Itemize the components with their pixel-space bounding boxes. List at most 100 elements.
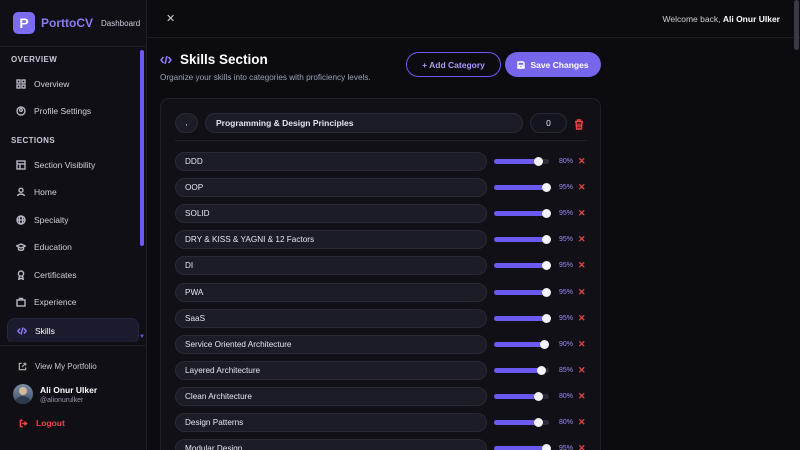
sidebar-item-home[interactable]: Home — [7, 178, 139, 206]
user-profile[interactable]: Ali Onur Ulker @alionurulker — [0, 384, 146, 404]
skill-level-knob[interactable] — [542, 261, 552, 271]
skill-name-input[interactable]: DDD — [175, 152, 487, 171]
skill-name-input[interactable]: SaaS — [175, 308, 487, 328]
category-name-input[interactable]: Programming & Design Principles — [205, 113, 523, 133]
skill-level-fill — [494, 420, 538, 425]
skill-level-slider[interactable] — [494, 339, 549, 349]
skill-level-slider[interactable] — [494, 183, 552, 193]
skill-level-knob[interactable] — [542, 235, 552, 245]
skill-row: Clean Architecture 80% ✕ — [175, 386, 587, 406]
skill-name-input[interactable]: Modular Design — [175, 439, 487, 450]
trash-icon — [575, 119, 583, 130]
skill-row: OOP 95% ✕ — [175, 178, 587, 198]
award-icon — [17, 269, 25, 280]
page-scrollbar[interactable] — [794, 0, 800, 450]
sidebar-item-label: Profile Settings — [34, 106, 92, 116]
skill-level-slider[interactable] — [494, 391, 549, 401]
skill-level-knob[interactable] — [542, 209, 552, 219]
code-icon — [160, 55, 172, 64]
skill-category-card: , Programming & Design Principles 0 DDD 8… — [160, 98, 601, 450]
sidebar-item-label: Skills — [35, 326, 55, 336]
globe-icon — [16, 214, 26, 225]
category-icon-field[interactable]: , — [175, 113, 198, 133]
skill-name-input[interactable]: DI — [175, 256, 487, 276]
skill-level-percent: 95% — [558, 210, 573, 218]
sidebar-item-profile-settings[interactable]: Profile Settings — [7, 98, 139, 124]
skill-level-knob[interactable] — [542, 183, 552, 193]
skill-name-input[interactable]: OOP — [175, 178, 487, 198]
skill-level-slider[interactable] — [494, 261, 552, 271]
skill-level-knob[interactable] — [534, 157, 543, 166]
remove-skill-icon[interactable]: ✕ — [578, 283, 587, 302]
remove-skill-icon[interactable]: ✕ — [578, 439, 587, 450]
skill-level-slider[interactable] — [494, 365, 549, 375]
sidebar-item-section-visibility[interactable]: Section Visibility — [7, 151, 139, 178]
user-handle: @alionurulker — [40, 396, 84, 404]
sidebar-item-specialty[interactable]: Specialty — [7, 206, 139, 233]
user-icon — [16, 187, 26, 197]
brand[interactable]: P PorttoCV Dashboard — [0, 0, 146, 46]
page-scrollbar-thumb[interactable] — [794, 0, 799, 50]
remove-skill-icon[interactable]: ✕ — [578, 387, 587, 406]
remove-skill-icon[interactable]: ✕ — [578, 204, 587, 223]
skill-name-input[interactable]: Service Oriented Architecture — [175, 334, 487, 354]
remove-skill-icon[interactable]: ✕ — [578, 256, 587, 275]
sidebar-item-label: Experience — [34, 297, 77, 307]
remove-skill-icon[interactable]: ✕ — [578, 178, 587, 197]
skill-level-slider[interactable] — [494, 235, 552, 245]
sidebar-item-experience[interactable]: Experience — [7, 288, 139, 316]
skill-name-input[interactable]: DRY & KISS & YAGNI & 12 Factors — [175, 230, 487, 250]
skill-level-knob[interactable] — [542, 444, 552, 450]
sidebar-scrollbar-thumb[interactable] — [140, 50, 144, 246]
skill-level-knob[interactable] — [539, 339, 549, 349]
category-order-input[interactable]: 0 — [530, 113, 567, 133]
skill-level-slider[interactable] — [494, 209, 552, 219]
view-portfolio-link[interactable]: View My Portfolio — [0, 359, 146, 373]
external-link-icon — [18, 362, 27, 370]
skill-level-slider[interactable] — [494, 313, 552, 323]
remove-skill-icon[interactable]: ✕ — [578, 413, 587, 432]
skill-name-input[interactable]: SOLID — [175, 204, 487, 224]
remove-skill-icon[interactable]: ✕ — [578, 152, 587, 171]
remove-skill-icon[interactable]: ✕ — [578, 230, 587, 249]
skill-level-slider[interactable] — [494, 287, 552, 297]
skill-level-slider[interactable] — [494, 157, 549, 166]
sidebar-item-overview[interactable]: Overview — [7, 71, 139, 97]
skill-name-input[interactable]: PWA — [175, 282, 487, 302]
sidebar-scrollbar[interactable]: ▼ — [139, 50, 145, 340]
scroll-down-arrow-icon[interactable]: ▼ — [139, 334, 145, 340]
sidebar-item-certificates[interactable]: Certificates — [7, 261, 139, 288]
skill-level-slider[interactable] — [494, 418, 549, 427]
remove-skill-icon[interactable]: ✕ — [578, 361, 587, 380]
layout-icon — [16, 159, 26, 170]
briefcase-icon — [16, 297, 26, 307]
sidebar-item-label: Home — [34, 187, 57, 197]
logout-button[interactable]: Logout — [0, 418, 146, 428]
skill-name-input[interactable]: Clean Architecture — [175, 386, 487, 406]
remove-skill-icon[interactable]: ✕ — [578, 335, 587, 354]
skill-row: Design Patterns 80% ✕ — [175, 413, 587, 432]
skill-level-percent: 90% — [558, 340, 573, 348]
welcome-name: Ali Onur Ulker — [722, 13, 780, 24]
skill-level-knob[interactable] — [542, 287, 552, 297]
grid-icon — [16, 79, 26, 89]
welcome-message: Welcome back, Ali Onur Ulker — [663, 14, 780, 24]
skill-name-input[interactable]: Design Patterns — [175, 413, 487, 432]
skill-level-knob[interactable] — [536, 365, 546, 375]
sidebar-item-skills[interactable]: Skills — [7, 318, 139, 342]
save-changes-button[interactable]: Save Changes — [505, 52, 601, 77]
skill-name-input[interactable]: Layered Architecture — [175, 360, 487, 380]
close-sidebar-icon[interactable]: ✕ — [166, 12, 175, 25]
add-category-button[interactable]: + Add Category — [406, 52, 501, 77]
skill-level-knob[interactable] — [542, 313, 552, 323]
sidebar-footer: View My Portfolio Ali Onur Ulker @alionu… — [0, 345, 146, 428]
remove-skill-icon[interactable]: ✕ — [578, 309, 587, 328]
sidebar-item-education[interactable]: Education — [7, 233, 139, 261]
skill-level-knob[interactable] — [534, 391, 543, 401]
skill-level-slider[interactable] — [494, 444, 552, 450]
skill-level-percent: 80% — [558, 392, 573, 400]
nav-section-sections: SECTIONS — [11, 136, 56, 145]
code-icon — [17, 327, 27, 335]
delete-category-button[interactable] — [574, 117, 586, 130]
skill-level-knob[interactable] — [534, 418, 543, 427]
